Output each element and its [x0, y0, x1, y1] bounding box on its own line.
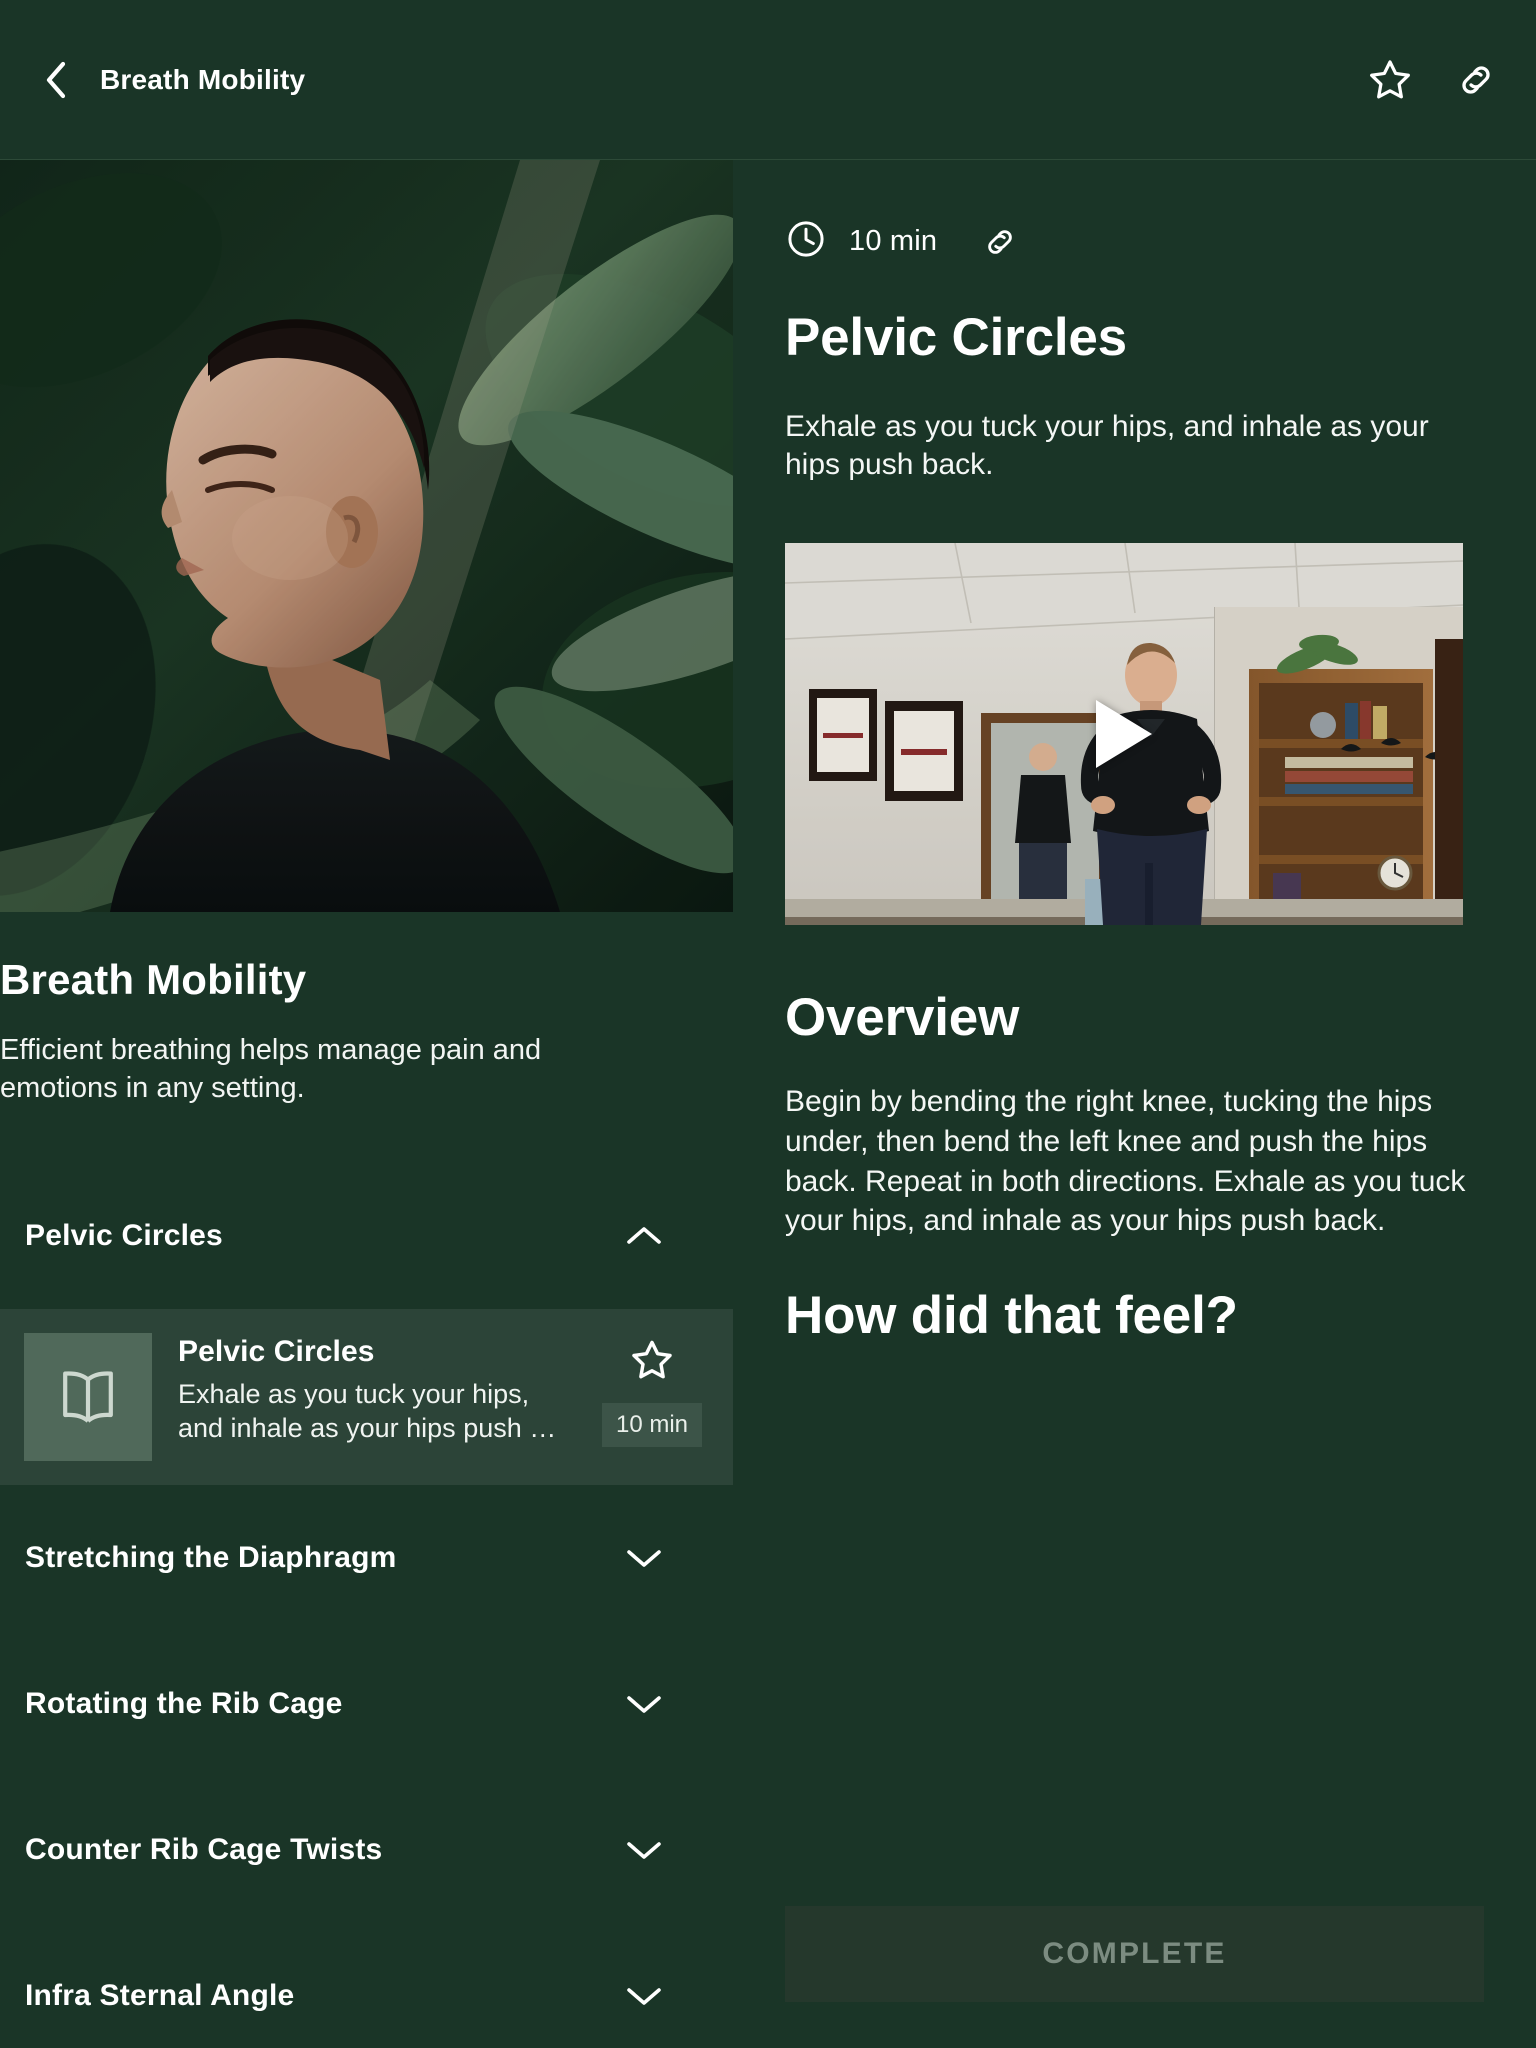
course-outline-scroll[interactable]: Breath Mobility Efficient breathing help… [0, 160, 733, 2048]
chevron-down-icon [623, 1975, 665, 2017]
link-icon [1462, 65, 1490, 94]
lesson-duration-badge: 10 min [601, 1403, 703, 1448]
complete-button-container: COMPLETE [785, 1906, 1484, 2002]
accordion-label: Rotating the Rib Cage [25, 1687, 343, 1721]
accordion-header-counter-rib-cage-twists[interactable]: Counter Rib Cage Twists [0, 1777, 733, 1923]
chevron-down-icon [623, 1537, 665, 1579]
chevron-down-icon [623, 1829, 665, 1871]
chevron-left-icon [46, 61, 66, 98]
favorite-button[interactable] [1364, 54, 1416, 106]
feedback-heading: How did that feel? [785, 1286, 1238, 1346]
lesson-detail-description: Exhale as you tuck your hips, and inhale… [785, 410, 1429, 482]
accordion-header-rotating-the-rib-cage[interactable]: Rotating the Rib Cage [0, 1631, 733, 1777]
star-outline-icon [1370, 59, 1410, 98]
lesson-detail-title: Pelvic Circles [785, 308, 1127, 367]
course-summary: Breath Mobility Efficient breathing help… [0, 912, 733, 1107]
clock-icon [785, 218, 827, 265]
course-detail-screen: Breath Mobility Breath Mobility Efficien… [0, 0, 1536, 2048]
lesson-meta-row: 10 min [785, 218, 1484, 265]
chevron-down-icon [623, 1683, 665, 1725]
course-hero-image [0, 160, 733, 912]
accordion-header-infra-sternal-angle[interactable]: Infra Sternal Angle [0, 1923, 733, 2048]
content-body: Breath Mobility Efficient breathing help… [0, 160, 1536, 2048]
accordion-header-stretching-the-diaphragm[interactable]: Stretching the Diaphragm [0, 1485, 733, 1631]
accordion-label: Counter Rib Cage Twists [25, 1833, 383, 1867]
lesson-detail-pane: 10 min Pelvic Circles Exhale as you tuck… [733, 160, 1536, 2048]
lesson-description: Exhale as you tuck your hips, and inhale… [178, 1379, 557, 1444]
lesson-card-pelvic-circles[interactable]: Pelvic Circles Exhale as you tuck your h… [0, 1309, 733, 1486]
hero-photo [0, 160, 733, 912]
back-button[interactable] [34, 58, 78, 102]
star-outline-icon [632, 1341, 672, 1379]
overview-body: Begin by bending the right knee, tucking… [785, 1084, 1466, 1238]
lesson-duration: 10 min [849, 225, 938, 257]
course-section-list: Pelvic Circles Pelvic Circles Exhale as … [0, 1163, 733, 2048]
accordion-header-pelvic-circles[interactable]: Pelvic Circles [0, 1163, 733, 1309]
app-bar-left: Breath Mobility [34, 58, 1364, 102]
course-title: Breath Mobility [0, 956, 307, 1003]
course-outline-pane: Breath Mobility Efficient breathing help… [0, 160, 733, 2048]
link-icon [988, 229, 1012, 254]
lesson-text: Pelvic Circles Exhale as you tuck your h… [178, 1333, 571, 1445]
complete-button[interactable]: COMPLETE [785, 1906, 1484, 2002]
play-icon [1096, 699, 1152, 768]
lesson-share-link-button[interactable] [981, 223, 1019, 261]
accordion-label: Stretching the Diaphragm [25, 1541, 397, 1575]
lesson-meta: 10 min [597, 1333, 707, 1448]
app-bar-actions [1364, 54, 1502, 106]
course-subtitle: Efficient breathing helps manage pain an… [0, 1034, 542, 1104]
overview-heading: Overview [785, 987, 1020, 1047]
lesson-title: Pelvic Circles [178, 1335, 375, 1369]
lesson-thumbnail [24, 1333, 152, 1462]
lesson-favorite-button[interactable] [629, 1337, 675, 1383]
share-link-button[interactable] [1450, 54, 1502, 106]
app-bar: Breath Mobility [0, 0, 1536, 160]
chevron-up-icon [623, 1215, 665, 1257]
accordion-label: Pelvic Circles [25, 1219, 223, 1253]
page-title: Breath Mobility [100, 63, 306, 95]
open-book-icon [63, 1371, 113, 1424]
lesson-detail-scroll[interactable]: 10 min Pelvic Circles Exhale as you tuck… [733, 160, 1536, 2048]
accordion-label: Infra Sternal Angle [25, 1979, 295, 2013]
lesson-video-player[interactable] [785, 542, 1463, 925]
